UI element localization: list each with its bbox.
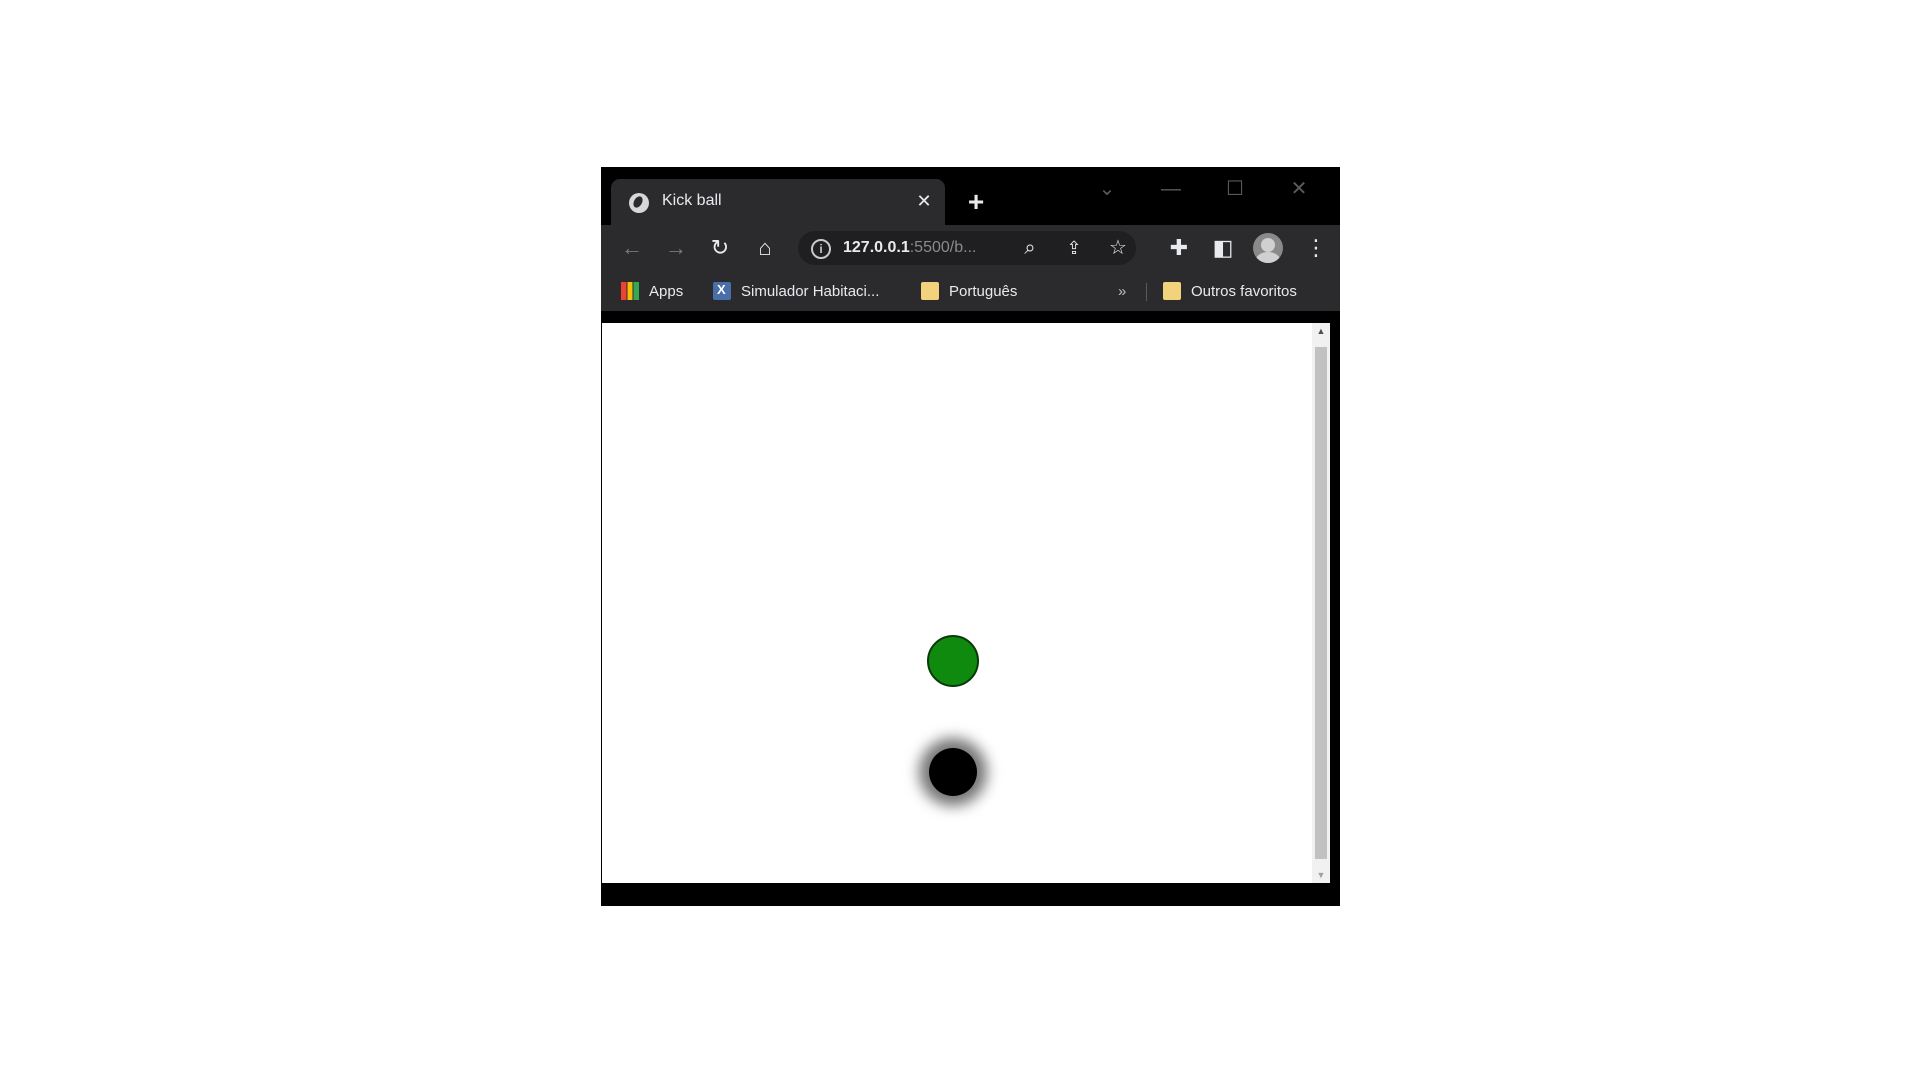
apps-grid-icon <box>621 282 639 300</box>
minimize-button[interactable]: — <box>1151 175 1191 203</box>
bookmark-folder-portugues[interactable]: Português <box>921 279 1017 303</box>
site-info-icon[interactable]: i <box>811 239 831 259</box>
scroll-up-arrow-icon[interactable]: ▲ <box>1312 323 1330 339</box>
bookmark-label: Outros favoritos <box>1191 282 1297 300</box>
vertical-scrollbar[interactable]: ▲ ▼ <box>1312 323 1330 883</box>
tab-kick-ball[interactable]: Kick ball ✕ <box>611 179 945 225</box>
url-text[interactable]: 127.0.0.1:5500/b... <box>843 239 976 257</box>
bookmarks-divider <box>1146 283 1147 301</box>
scrollbar-thumb[interactable] <box>1315 347 1327 859</box>
black-ball[interactable] <box>929 748 977 796</box>
green-ball[interactable] <box>927 635 979 687</box>
reload-icon[interactable]: ↻ <box>706 234 734 262</box>
bookmark-label: Simulador Habitaci... <box>741 282 880 300</box>
title-bar: Kick ball ✕ + ⌄ — ☐ ✕ <box>601 167 1340 225</box>
bookmark-apps[interactable]: Apps <box>621 279 683 303</box>
back-arrow-icon[interactable]: ← <box>618 234 646 262</box>
new-tab-button[interactable]: + <box>963 188 989 216</box>
forward-arrow-icon[interactable]: → <box>662 234 690 262</box>
maximize-button[interactable]: ☐ <box>1215 175 1255 203</box>
tab-title: Kick ball <box>662 192 722 209</box>
home-icon[interactable]: ⌂ <box>751 234 779 262</box>
bookmark-star-icon[interactable]: ☆ <box>1104 234 1132 262</box>
kebab-menu-icon[interactable]: ⋮ <box>1302 234 1330 262</box>
navigation-toolbar: ← → ↻ ⌂ i 127.0.0.1:5500/b... ⌕ ⇪ ☆ ✚ ◧ … <box>601 225 1340 271</box>
extensions-puzzle-icon[interactable]: ✚ <box>1165 234 1193 262</box>
browser-window: Kick ball ✕ + ⌄ — ☐ ✕ ← → ↻ ⌂ i 127.0.0.… <box>601 167 1340 906</box>
site-favicon-icon <box>713 282 731 300</box>
bookmark-folder-outros-favoritos[interactable]: Outros favoritos <box>1163 279 1297 303</box>
close-window-button[interactable]: ✕ <box>1279 175 1319 203</box>
close-tab-icon[interactable]: ✕ <box>913 190 935 212</box>
url-host: 127.0.0.1 <box>843 239 910 256</box>
bookmark-simulador[interactable]: Simulador Habitaci... <box>713 279 879 303</box>
bookmark-label: Apps <box>649 282 684 300</box>
zoom-icon[interactable]: ⌕ <box>1016 234 1044 262</box>
folder-icon <box>1163 282 1181 300</box>
side-panel-icon[interactable]: ◧ <box>1209 234 1237 262</box>
share-icon[interactable]: ⇪ <box>1060 234 1088 262</box>
folder-icon <box>921 282 939 300</box>
url-path: :5500/b... <box>909 239 977 256</box>
address-bar[interactable]: i 127.0.0.1:5500/b... ⌕ ⇪ ☆ <box>798 231 1136 265</box>
bookmarks-bar: Apps Simulador Habitaci... Português » O… <box>601 271 1340 311</box>
more-bookmarks-chevron-icon[interactable]: » <box>1118 279 1126 303</box>
scroll-down-arrow-icon[interactable]: ▼ <box>1312 867 1330 883</box>
bookmark-label: Português <box>949 282 1018 300</box>
profile-avatar[interactable] <box>1253 233 1283 263</box>
page-viewport[interactable]: ▲ ▼ <box>602 323 1330 883</box>
globe-icon <box>629 193 649 213</box>
tab-search-chevron-icon[interactable]: ⌄ <box>1087 175 1127 203</box>
